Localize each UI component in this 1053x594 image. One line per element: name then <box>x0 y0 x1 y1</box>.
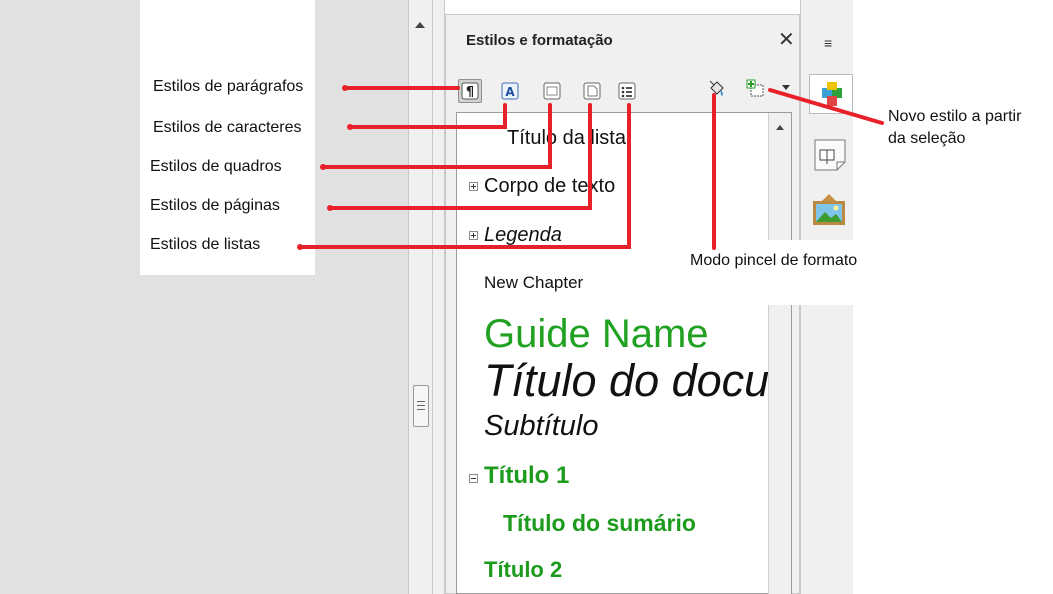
callout-line <box>768 88 884 125</box>
callout-dot <box>347 124 353 130</box>
callout-line <box>348 103 507 129</box>
callout-dot <box>320 164 326 170</box>
callout-dot <box>342 85 348 91</box>
callout-line <box>321 103 552 169</box>
callout-dot <box>297 244 303 250</box>
callout-dot <box>327 205 333 211</box>
callout-lines <box>297 85 884 250</box>
